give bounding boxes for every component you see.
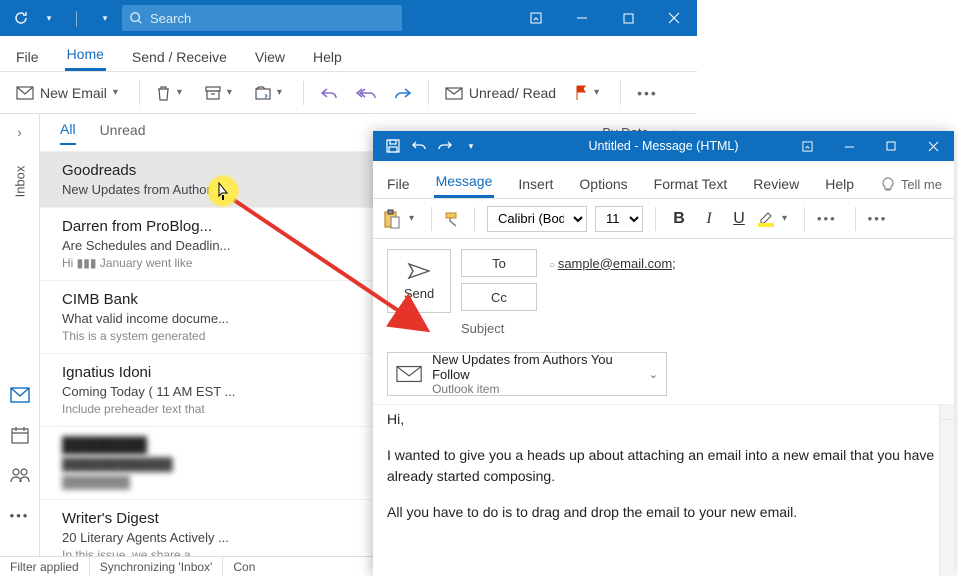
reply-all-button[interactable]: [350, 82, 382, 104]
size-select[interactable]: 11: [595, 206, 643, 232]
ctab-format[interactable]: Format Text: [652, 170, 730, 198]
delete-button[interactable]: ▾: [150, 81, 193, 105]
flag-button[interactable]: ▾: [568, 81, 610, 105]
save-icon[interactable]: [385, 138, 401, 154]
qat-sep-icon: │: [68, 9, 86, 27]
attachment-item[interactable]: New Updates from Authors You Follow Outl…: [387, 352, 667, 396]
subject-label: Subject: [461, 321, 537, 336]
compose-window: ▾ Untitled - Message (HTML) File Message…: [373, 131, 954, 576]
sync-icon[interactable]: [12, 9, 30, 27]
compose-scrollbar[interactable]: [939, 405, 954, 576]
tab-view[interactable]: View: [253, 43, 287, 71]
to-button[interactable]: To: [461, 249, 537, 277]
minimize-button[interactable]: [559, 0, 605, 36]
ctab-file[interactable]: File: [385, 170, 412, 198]
bold-button[interactable]: B: [668, 210, 690, 228]
search-box[interactable]: [122, 5, 402, 31]
send-button[interactable]: Send: [387, 249, 451, 313]
to-field[interactable]: ○ sample@email.com;: [549, 252, 940, 275]
unread-read-label: Unread/ Read: [469, 85, 556, 101]
ribbon-options-icon[interactable]: [513, 0, 559, 36]
compose-titlebar: ▾ Untitled - Message (HTML): [373, 131, 954, 161]
ctab-message[interactable]: Message: [434, 167, 495, 198]
expand-rail-button[interactable]: ›: [0, 120, 39, 144]
format-painter-icon[interactable]: [444, 211, 462, 227]
tab-home[interactable]: Home: [65, 40, 106, 71]
search-input[interactable]: [150, 11, 350, 26]
tab-send-receive[interactable]: Send / Receive: [130, 43, 229, 71]
filter-all[interactable]: All: [60, 121, 76, 145]
qat-more-icon[interactable]: ▾: [96, 9, 114, 27]
compose-close[interactable]: [912, 131, 954, 161]
more-button[interactable]: •••: [631, 81, 664, 105]
calendar-icon[interactable]: [9, 424, 31, 446]
status-filter: Filter applied: [0, 557, 90, 576]
compose-maximize[interactable]: [870, 131, 912, 161]
compose-ribbon-options[interactable]: [786, 131, 828, 161]
rail-inbox-label[interactable]: Inbox: [12, 166, 27, 198]
menu-tabs: File Home Send / Receive View Help: [0, 36, 697, 72]
compose-body[interactable]: Hi, I wanted to give you a heads up abou…: [373, 404, 954, 576]
ctab-insert[interactable]: Insert: [516, 170, 555, 198]
reply-button[interactable]: [314, 82, 344, 104]
new-email-label: New Email: [40, 85, 107, 101]
redo-icon[interactable]: [437, 138, 453, 154]
ctab-options[interactable]: Options: [577, 170, 629, 198]
attachment-dropdown[interactable]: ⌄: [649, 368, 658, 381]
mail-icon[interactable]: [9, 384, 31, 406]
paste-button[interactable]: [383, 209, 401, 229]
nav-rail: › Inbox •••: [0, 114, 40, 556]
italic-button[interactable]: I: [698, 210, 720, 228]
people-icon[interactable]: [9, 464, 31, 486]
compose-minimize[interactable]: [828, 131, 870, 161]
close-button[interactable]: [651, 0, 697, 36]
archive-button[interactable]: ▾: [199, 82, 243, 104]
status-con: Con: [223, 557, 265, 576]
cc-button[interactable]: Cc: [461, 283, 537, 311]
undo-icon[interactable]: [411, 138, 427, 154]
status-sync: Synchronizing 'Inbox': [90, 557, 224, 576]
tab-file[interactable]: File: [14, 43, 41, 71]
font-select[interactable]: Calibri (Body): [487, 206, 587, 232]
compose-tabs: File Message Insert Options Format Text …: [373, 161, 954, 199]
qat-dropdown-icon[interactable]: ▾: [40, 9, 58, 27]
more-nav-icon[interactable]: •••: [9, 504, 31, 526]
compose-ribbon: ▾ Calibri (Body) 11 B I U ▾ ••• •••: [373, 199, 954, 239]
titlebar: ▾ │ ▾: [0, 0, 697, 36]
new-email-button[interactable]: New Email ▾: [10, 81, 129, 105]
ctab-help[interactable]: Help: [823, 170, 856, 198]
qat-down-icon[interactable]: ▾: [463, 138, 479, 154]
highlight-button[interactable]: [758, 211, 774, 227]
overflow-button[interactable]: •••: [868, 211, 888, 226]
cursor-highlight: [206, 174, 240, 208]
ctab-review[interactable]: Review: [751, 170, 801, 198]
search-icon: [122, 11, 150, 25]
tab-help[interactable]: Help: [311, 43, 344, 71]
compose-title: Untitled - Message (HTML): [588, 139, 738, 153]
move-button[interactable]: ▾: [249, 82, 293, 104]
more-fmt-button[interactable]: •••: [817, 211, 837, 226]
underline-button[interactable]: U: [728, 210, 750, 228]
maximize-button[interactable]: [605, 0, 651, 36]
tell-me[interactable]: Tell me: [881, 176, 942, 198]
cc-field[interactable]: [549, 293, 940, 301]
forward-button[interactable]: [388, 82, 418, 104]
ribbon: New Email ▾ ▾ ▾ ▾ Unread/ Read ▾ •••: [0, 72, 697, 114]
chevron-down-icon[interactable]: ▾: [113, 87, 123, 98]
unread-read-button[interactable]: Unread/ Read: [439, 81, 562, 105]
filter-unread[interactable]: Unread: [100, 122, 146, 144]
